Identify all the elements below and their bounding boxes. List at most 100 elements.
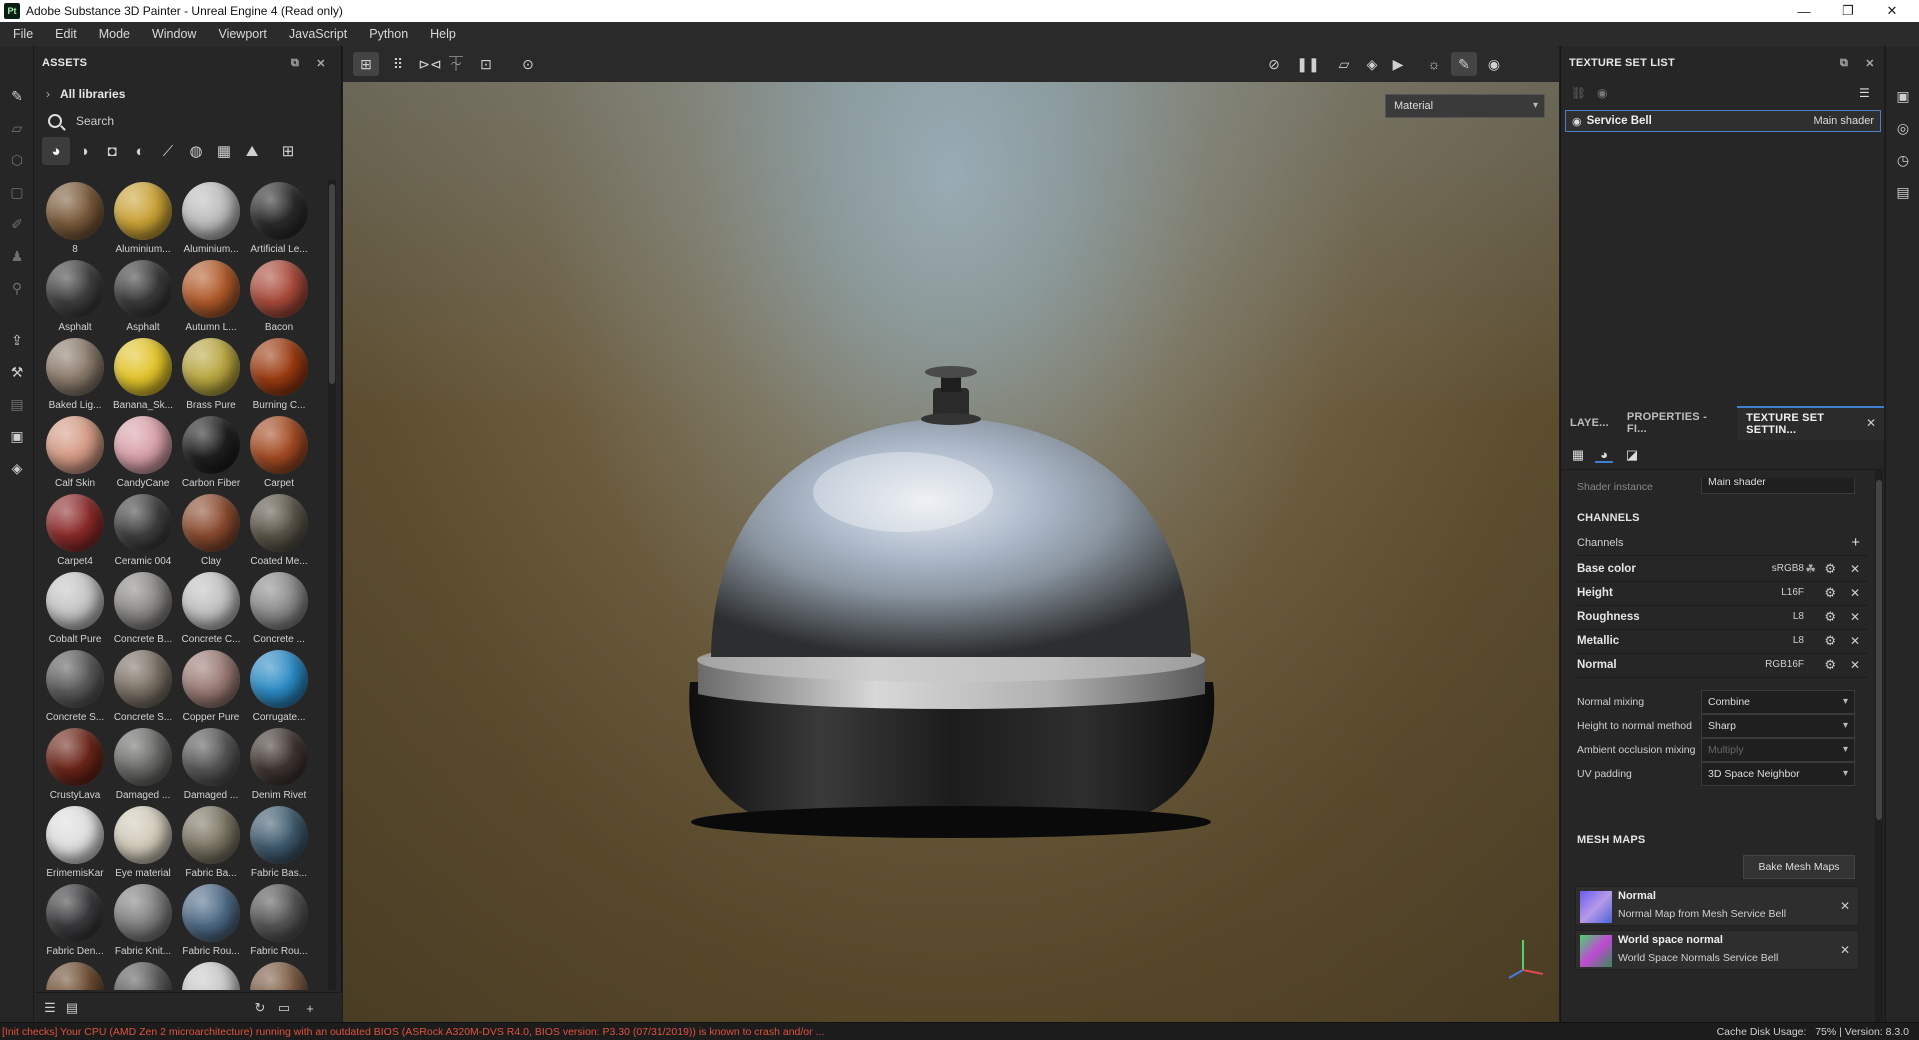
channel-format[interactable]: L16F	[1781, 587, 1804, 598]
select-tool-icon[interactable]: ⊞	[353, 52, 379, 76]
color-profile-icon[interactable]: ☘	[1805, 562, 1816, 576]
menu-viewport[interactable]: Viewport	[211, 27, 273, 41]
lights-icon[interactable]: ☼	[1421, 52, 1447, 76]
float-panel-icon[interactable]: ⧉	[1837, 56, 1851, 70]
asset-tile[interactable]: Asphalt	[110, 260, 176, 338]
mirror-icon[interactable]: ⏇	[443, 52, 469, 76]
asset-tile[interactable]: Concrete S...	[110, 650, 176, 728]
channel-row[interactable]: Roughness L8 ⚙ ✕	[1575, 604, 1868, 630]
asset-tile[interactable]: Concrete C...	[178, 572, 244, 650]
settings-scrollbar[interactable]	[1875, 470, 1883, 1022]
refresh-icon[interactable]: ↻	[252, 1000, 268, 1015]
mesh-icon[interactable]: ◈	[9, 460, 25, 476]
asset-tile[interactable]: Fabric Knit...	[110, 884, 176, 962]
channel-row[interactable]: Base color sRGB8 ☘ ⚙ ✕	[1575, 556, 1868, 582]
asset-tile[interactable]	[110, 962, 176, 990]
search-input[interactable]: Search	[34, 108, 341, 134]
asset-tile[interactable]: Fabric Ba...	[178, 806, 244, 884]
remove-channel-icon[interactable]: ✕	[1850, 634, 1860, 648]
texture-set-shader[interactable]: Main shader	[1813, 115, 1874, 127]
tab-texture-set-settings[interactable]: TEXTURE SET SETTIN...	[1737, 406, 1884, 440]
2d-view-icon[interactable]: ▱	[1331, 52, 1357, 76]
paint-mode-icon[interactable]: ✎	[1451, 52, 1477, 76]
tab-layers[interactable]: LAYE...	[1561, 406, 1618, 440]
reset-camera-icon[interactable]: ⊙	[515, 52, 541, 76]
frame-icon[interactable]: ⊡	[473, 52, 499, 76]
channel-settings-icon[interactable]: ⚙	[1824, 657, 1836, 673]
link-icon[interactable]: ⛓	[1571, 86, 1586, 100]
asset-tile[interactable]: Corrugate...	[246, 650, 312, 728]
channel-settings-icon[interactable]: ⚙	[1824, 585, 1836, 601]
menu-javascript[interactable]: JavaScript	[282, 27, 354, 41]
asset-tile[interactable]: Fabric Den...	[42, 884, 108, 962]
asset-tile[interactable]: Ceramic 004	[110, 494, 176, 572]
asset-tile[interactable]: Cobalt Pure	[42, 572, 108, 650]
asset-tile[interactable]: Damaged ...	[178, 728, 244, 806]
asset-tile[interactable]: 8	[42, 182, 108, 260]
bake-icon[interactable]: ⚒	[9, 364, 25, 380]
channel-row[interactable]: Height L16F ⚙ ✕	[1575, 580, 1868, 606]
settings-grid-icon[interactable]: ▦	[1569, 447, 1587, 463]
hide-icon[interactable]: ⊘	[1261, 52, 1287, 76]
minimize-button[interactable]: —	[1784, 0, 1824, 22]
filter-icon[interactable]: ◐	[126, 137, 154, 165]
menu-file[interactable]: File	[6, 27, 40, 41]
pause-icon[interactable]: ❚❚	[1295, 52, 1321, 76]
asset-tile[interactable]: Artificial Le...	[246, 182, 312, 260]
asset-tile[interactable]	[42, 962, 108, 990]
bake-mesh-maps-button[interactable]: Bake Mesh Maps	[1743, 855, 1855, 879]
screenshot-icon[interactable]: ◉	[1481, 52, 1507, 76]
add-channel-icon[interactable]: +	[1851, 534, 1860, 551]
display-mode-select[interactable]: Material ▾	[1385, 94, 1545, 118]
channel-format[interactable]: RGB16F	[1765, 659, 1804, 670]
asset-scrollbar[interactable]	[328, 180, 336, 990]
maximize-button[interactable]: ❐	[1828, 0, 1868, 22]
channel-row[interactable]: Metallic L8 ⚙ ✕	[1575, 628, 1868, 654]
remove-channel-icon[interactable]: ✕	[1850, 586, 1860, 600]
asset-tile[interactable]: Autumn L...	[178, 260, 244, 338]
asset-tile[interactable]: Asphalt	[42, 260, 108, 338]
log-icon[interactable]: ▤	[1895, 184, 1911, 200]
brush-icon[interactable]: ⟋	[154, 137, 182, 165]
asset-tile[interactable]: Clay	[178, 494, 244, 572]
asset-tile[interactable]: Aluminium...	[110, 182, 176, 260]
material-filter-icon[interactable]: ◕	[42, 137, 70, 165]
asset-tile[interactable]	[178, 962, 244, 990]
asset-tile[interactable]: Concrete S...	[42, 650, 108, 728]
asset-tile[interactable]: ErimemisKar	[42, 806, 108, 884]
shader-sphere-icon[interactable]: ◕	[1595, 447, 1613, 463]
camera-icon[interactable]: ▶	[1385, 52, 1411, 76]
asset-tile[interactable]: Fabric Rou...	[178, 884, 244, 962]
asset-tile[interactable]: CrustyLava	[42, 728, 108, 806]
asset-tile[interactable]	[246, 962, 312, 990]
asset-tile[interactable]: Carpet4	[42, 494, 108, 572]
close-tab-icon[interactable]: ✕	[1866, 416, 1876, 430]
asset-tile[interactable]: Eye material	[110, 806, 176, 884]
texture-icon[interactable]: ▦	[210, 137, 238, 165]
3d-view-icon[interactable]: ◈	[1359, 52, 1385, 76]
smart-material-icon[interactable]: ◑	[70, 137, 98, 165]
color-picker-icon[interactable]: ⚲	[9, 280, 25, 296]
asset-tile[interactable]: Damaged ...	[110, 728, 176, 806]
remove-channel-icon[interactable]: ✕	[1850, 610, 1860, 624]
tab-properties[interactable]: PROPERTIES - FI...	[1618, 406, 1737, 440]
library-selector[interactable]: › All libraries	[34, 80, 341, 108]
menu-help[interactable]: Help	[423, 27, 463, 41]
channel-format[interactable]: L8	[1793, 635, 1804, 646]
uv-layout-icon[interactable]: ◪	[1623, 447, 1641, 463]
channel-row[interactable]: Normal RGB16F ⚙ ✕	[1575, 652, 1868, 678]
mesh-map-item[interactable]: Normal Normal Map from Mesh Service Bell…	[1575, 886, 1859, 926]
asset-tile[interactable]: Concrete B...	[110, 572, 176, 650]
menu-edit[interactable]: Edit	[48, 27, 84, 41]
channel-settings-icon[interactable]: ⚙	[1824, 633, 1836, 649]
menu-mode[interactable]: Mode	[92, 27, 137, 41]
particle-icon[interactable]: ◍	[182, 137, 210, 165]
grid-view-icon[interactable]: ⊞	[274, 137, 302, 165]
display-settings-icon[interactable]: ◎	[1895, 120, 1911, 136]
texture-set-item[interactable]: ◉ Service Bell Main shader	[1565, 110, 1881, 132]
shelf-icon[interactable]: ▤	[9, 396, 25, 412]
projection-icon[interactable]: ⬡	[9, 152, 25, 168]
folder-icon[interactable]: ▭	[276, 1000, 292, 1015]
menu-icon[interactable]: ☰	[1859, 86, 1870, 100]
channel-settings-icon[interactable]: ⚙	[1824, 561, 1836, 577]
